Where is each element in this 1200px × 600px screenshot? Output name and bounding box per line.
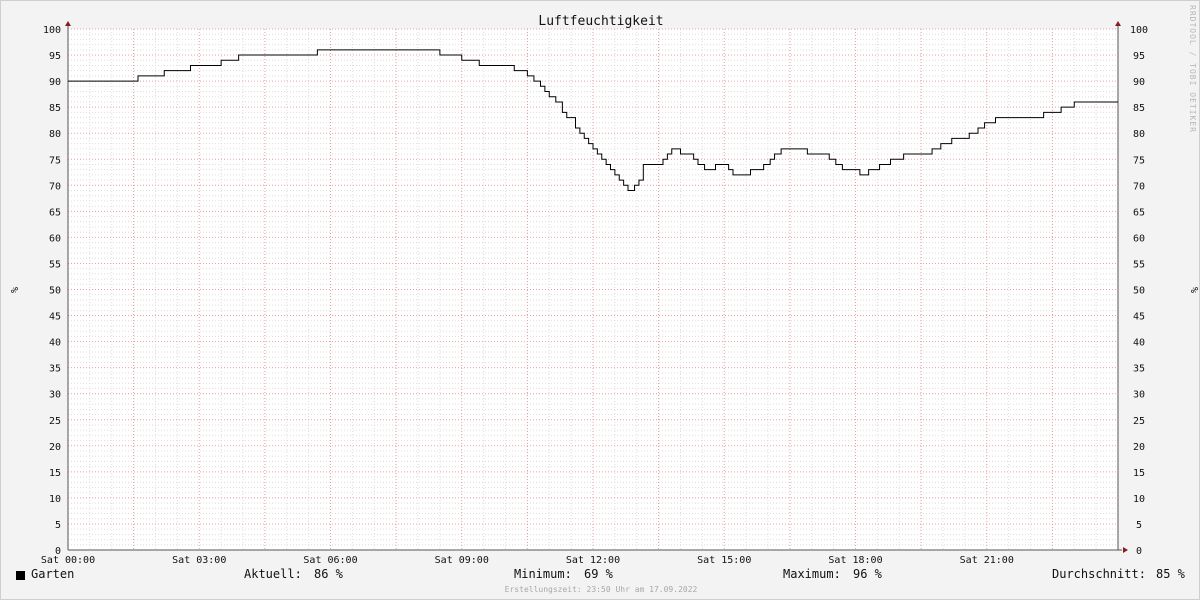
legend-max-label: Maximum: bbox=[783, 567, 841, 581]
y-tick-label-left: 55 bbox=[49, 259, 61, 270]
y-tick-label-right: 0 bbox=[1136, 546, 1142, 557]
chart-panel: Luftfeuchtigkeit 0 0 5 5 10 10 15 15 20 20 25 25 30 3… bbox=[0, 0, 1200, 600]
x-tick-label: Sat 06:00 bbox=[303, 555, 357, 566]
y-tick-label-right: 55 bbox=[1133, 259, 1145, 270]
y-axis-arrow-right bbox=[1115, 21, 1121, 26]
y-tick-label-left: 40 bbox=[49, 338, 61, 349]
legend-max-value: 96 % bbox=[853, 567, 882, 581]
y-tick-label-right: 85 bbox=[1133, 103, 1145, 114]
y-tick-label-right: 40 bbox=[1133, 338, 1145, 349]
y-tick-label-left: 65 bbox=[49, 207, 61, 218]
y-tick-label-left: 85 bbox=[49, 103, 61, 114]
y-tick-label-left: 80 bbox=[49, 129, 61, 140]
y-tick-label-right: 45 bbox=[1133, 312, 1145, 323]
creation-timestamp: Erstellungszeit: 23:50 Uhr am 17.09.2022 bbox=[504, 585, 698, 594]
humidity-chart: Luftfeuchtigkeit 0 05 510 1015 1520 2025 2530 3… bbox=[8, 14, 1199, 566]
y-tick-label-left: 90 bbox=[49, 77, 61, 88]
rrdtool-watermark: RRDTOOL / TOBI OETIKER bbox=[1188, 5, 1197, 133]
y-axis-label-left: % bbox=[8, 287, 19, 293]
y-tick-label-left: 70 bbox=[49, 181, 61, 192]
y-tick-label-right: 95 bbox=[1133, 51, 1145, 62]
y-tick-label-right: 5 bbox=[1136, 520, 1142, 531]
y-tick-label-right: 80 bbox=[1133, 129, 1145, 140]
y-tick-label-right: 65 bbox=[1133, 207, 1145, 218]
legend-swatch bbox=[16, 571, 25, 580]
y-tick-label-left: 95 bbox=[49, 51, 61, 62]
y-tick-label-right: 15 bbox=[1133, 468, 1145, 479]
legend-avg-label: Durchschnitt: bbox=[1052, 567, 1146, 581]
y-tick-label-right: 35 bbox=[1133, 364, 1145, 375]
y-tick-label-right: 10 bbox=[1133, 494, 1145, 505]
legend-series-name: Garten bbox=[31, 567, 75, 581]
y-tick-label-left: 10 bbox=[49, 494, 61, 505]
y-axis-label-right: % bbox=[1188, 287, 1199, 293]
y-tick-label-left: 45 bbox=[49, 312, 61, 323]
y-tick-label-right: 60 bbox=[1133, 233, 1145, 244]
grid bbox=[68, 28, 1118, 550]
y-tick-label-right: 30 bbox=[1133, 390, 1145, 401]
y-tick-label-right: 25 bbox=[1133, 416, 1145, 427]
y-tick-label-left: 35 bbox=[49, 364, 61, 375]
y-axis-arrow-left bbox=[65, 21, 71, 26]
x-tick-label: Sat 03:00 bbox=[172, 555, 226, 566]
x-tick-label: Sat 09:00 bbox=[435, 555, 489, 566]
y-tick-label-left: 25 bbox=[49, 416, 61, 427]
y-tick-label-left: 50 bbox=[49, 286, 61, 297]
x-tick-label: Sat 00:00 bbox=[41, 555, 95, 566]
y-tick-label-right: 70 bbox=[1133, 181, 1145, 192]
x-tick-label: Sat 18:00 bbox=[828, 555, 882, 566]
chart-title: Luftfeuchtigkeit bbox=[538, 14, 663, 29]
y-tick-label-right: 75 bbox=[1133, 155, 1145, 166]
x-tick-label: Sat 12:00 bbox=[566, 555, 620, 566]
legend-min-label: Minimum: bbox=[514, 567, 572, 581]
legend: Garten Aktuell: 86 % Minimum: 69 % Maxim… bbox=[1, 567, 1200, 587]
legend-min-value: 69 % bbox=[584, 567, 613, 581]
y-tick-label-right: 50 bbox=[1133, 286, 1145, 297]
y-tick-label-right: 20 bbox=[1133, 442, 1145, 453]
y-tick-label-right: 90 bbox=[1133, 77, 1145, 88]
y-tick-label-left: 100 bbox=[43, 25, 61, 36]
y-tick-label-left: 20 bbox=[49, 442, 61, 453]
y-tick-label-left: 5 bbox=[55, 520, 61, 531]
y-tick-label-left: 60 bbox=[49, 233, 61, 244]
y-tick-label-left: 15 bbox=[49, 468, 61, 479]
legend-avg-value: 85 % bbox=[1156, 567, 1185, 581]
y-tick-label-left: 75 bbox=[49, 155, 61, 166]
legend-current-value: 86 % bbox=[314, 567, 343, 581]
x-tick-label: Sat 15:00 bbox=[697, 555, 751, 566]
y-tick-label-left: 30 bbox=[49, 390, 61, 401]
x-tick-label: Sat 21:00 bbox=[960, 555, 1014, 566]
legend-current-label: Aktuell: bbox=[244, 567, 302, 581]
y-tick-label-right: 100 bbox=[1130, 25, 1148, 36]
x-axis-arrow bbox=[1123, 547, 1128, 553]
